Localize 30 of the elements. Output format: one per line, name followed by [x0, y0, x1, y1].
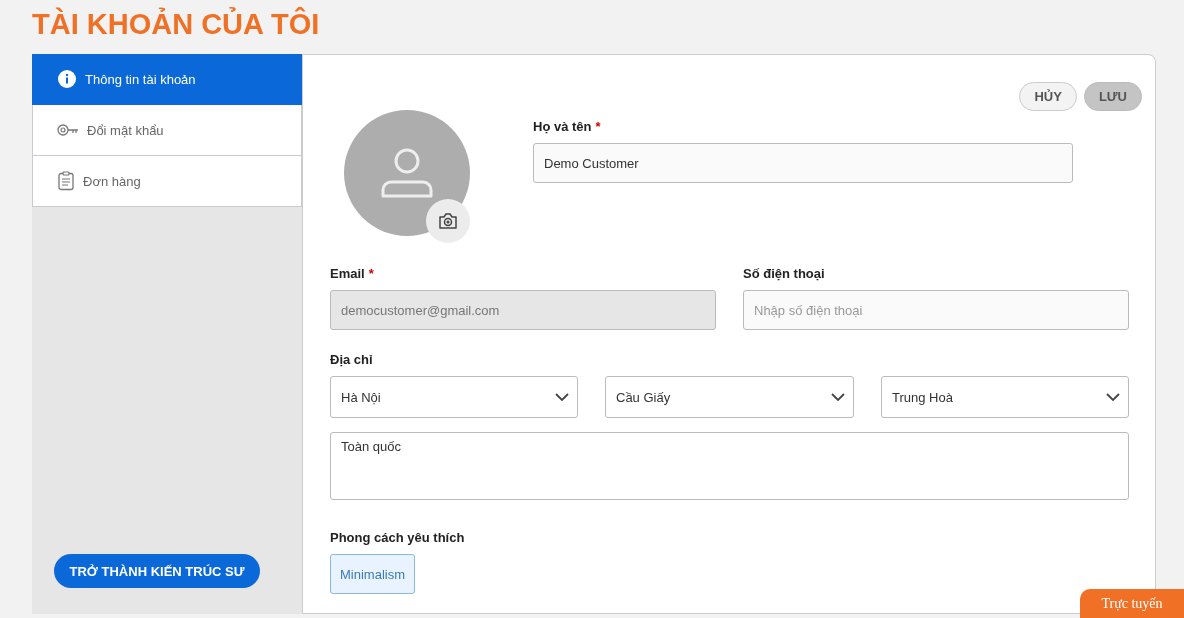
field-label: Phong cách yêu thích: [330, 530, 465, 545]
camera-icon: [438, 212, 458, 230]
chevron-down-icon: [555, 393, 569, 401]
become-architect-button[interactable]: TRỞ THÀNH KIẾN TRÚC SƯ: [53, 554, 261, 588]
name-input[interactable]: Demo Customer: [533, 143, 1073, 183]
clipboard-icon: [57, 171, 75, 191]
chevron-down-icon: [831, 393, 845, 401]
sidebar-item[interactable]: Đổi mật khẩu: [32, 105, 302, 156]
info-icon: [57, 69, 77, 89]
save-button[interactable]: LƯU: [1083, 82, 1142, 111]
address-textarea[interactable]: Toàn quốc: [330, 432, 1129, 500]
cancel-button[interactable]: HỦY: [1019, 82, 1077, 111]
key-icon: [57, 123, 79, 137]
camera-button[interactable]: [426, 199, 470, 243]
style-chip[interactable]: Minimalism: [330, 554, 415, 594]
field-label: Số điện thoại: [743, 266, 825, 281]
sidebar-item[interactable]: Đơn hàng: [32, 156, 302, 207]
chevron-down-icon: [1106, 393, 1120, 401]
dropdown[interactable]: Hà Nội: [330, 376, 578, 418]
phone-input[interactable]: Nhập số điện thoại: [743, 290, 1129, 330]
dropdown[interactable]: Cầu Giấy: [605, 376, 854, 418]
sidebar-item[interactable]: Thông tin tài khoản: [32, 54, 302, 105]
required-asterisk: *: [368, 266, 374, 281]
person-icon: [380, 147, 434, 199]
field-label: Email: [330, 266, 365, 281]
page-title: TÀI KHOẢN CỦA TÔI: [32, 6, 321, 42]
dropdown[interactable]: Trung Hoà: [881, 376, 1129, 418]
required-asterisk: *: [595, 119, 601, 134]
field-label: Họ và tên: [533, 119, 592, 134]
field-label: Địa chỉ: [330, 352, 373, 367]
